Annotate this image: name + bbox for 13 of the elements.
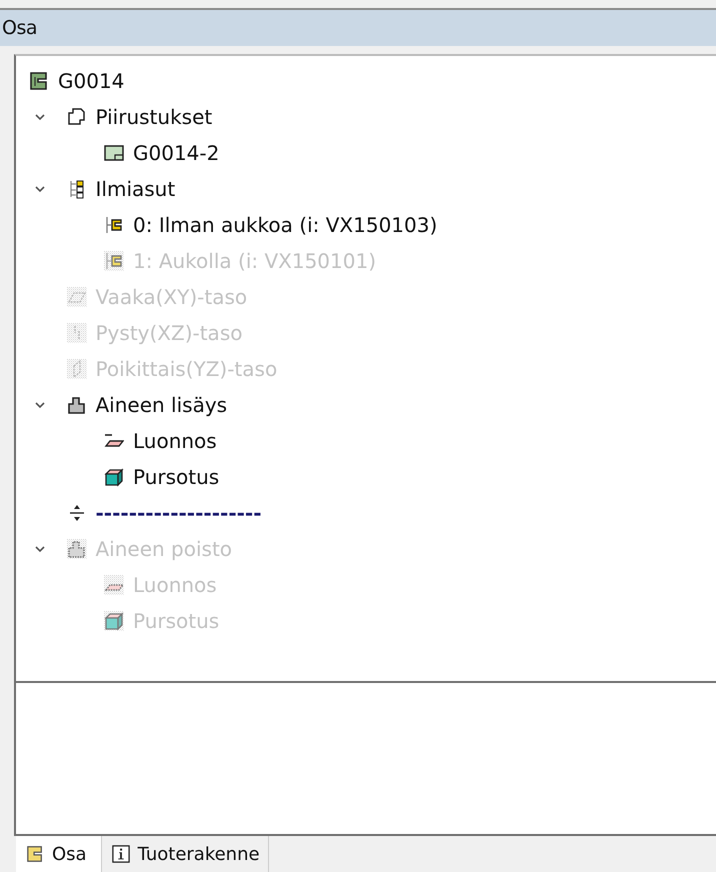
- tree-item[interactable]: Ilmiasut: [96, 177, 176, 201]
- tree-item[interactable]: 0: Ilman aukkoa (i: VX150103): [133, 213, 438, 237]
- panel-title: Osa: [2, 17, 37, 39]
- tree-item[interactable]: Luonnos: [133, 429, 217, 453]
- part-icon: [26, 845, 44, 863]
- tree-item[interactable]: G0014-2: [133, 141, 220, 165]
- tree-item[interactable]: Pursotus: [133, 465, 220, 489]
- tree-item[interactable]: Aineen lisäys: [96, 393, 228, 417]
- tree-item[interactable]: G0014: [58, 69, 124, 93]
- tree-item[interactable]: Piirustukset: [96, 105, 212, 129]
- tree-item[interactable]: --------------------: [96, 501, 262, 525]
- tab[interactable]: Osa: [16, 836, 102, 872]
- info-icon: [112, 845, 130, 863]
